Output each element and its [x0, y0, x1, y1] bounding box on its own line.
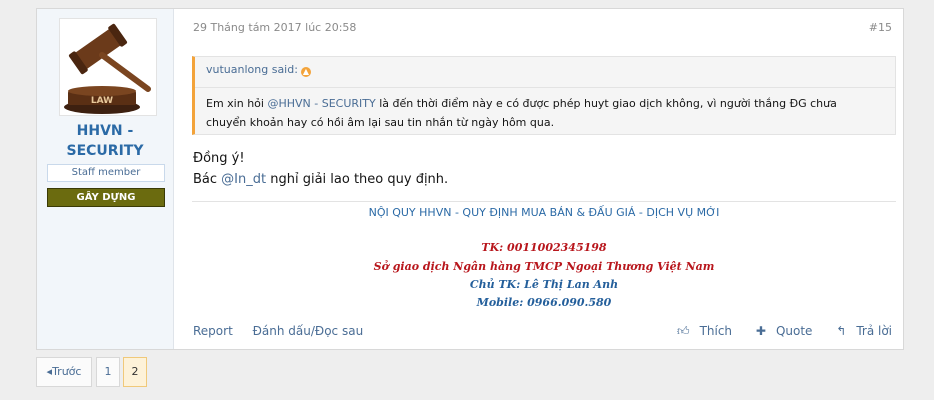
reply-icon: ↰: [836, 324, 847, 338]
message-line1: Đồng ý!: [193, 151, 245, 166]
quote-divider: [195, 87, 895, 88]
svg-text:LAW: LAW: [91, 96, 113, 106]
reply-button[interactable]: ↰ Trả lời: [826, 324, 892, 338]
bookmark-link[interactable]: Đánh dấu/Đọc sau: [253, 324, 364, 338]
message-mention-link[interactable]: @In_dt: [221, 172, 266, 187]
quote-header[interactable]: vutuanlong said: ▲: [206, 63, 311, 77]
username[interactable]: HHVN - SECURITY: [37, 121, 173, 161]
message-text-start: Bác: [193, 172, 222, 187]
plus-icon: ✚: [755, 324, 766, 338]
quote-block: vutuanlong said: ▲ Em xin hỏi @HHVN - SEC…: [192, 56, 896, 135]
prev-page-label: Trước: [52, 365, 82, 378]
post-actions-right: 👍︎ Thích ✚ Quote ↰ Trả lời: [657, 324, 892, 339]
reply-label: Trả lời: [856, 324, 892, 338]
post-date[interactable]: 29 Tháng tám 2017 lúc 20:58: [193, 21, 356, 34]
quote-mention-link[interactable]: @HHVN - SECURITY: [267, 97, 375, 110]
user-title: Staff member: [47, 164, 165, 182]
avatar[interactable]: LAW: [59, 18, 157, 116]
username-line1[interactable]: HHVN -: [37, 121, 173, 141]
message-body: Đồng ý! Bác @In_dt nghỉ giải lao theo qu…: [193, 148, 883, 190]
username-line2[interactable]: SECURITY: [37, 141, 173, 161]
quote-text-line2: chuyển khoản hay có hồi âm lại sau tin n…: [206, 116, 555, 129]
speech-arrow: [182, 33, 192, 53]
quote-author[interactable]: vutuanlong said:: [206, 63, 298, 76]
like-label: Thích: [699, 324, 733, 338]
message-post: LAW HHVN - SECURITY Staff member GÂY DỰN…: [36, 8, 904, 350]
signature-divider: [192, 201, 896, 202]
signature-bank: Sở giao dịch Ngân hàng TMCP Ngoại Thương…: [373, 260, 715, 273]
prev-page-button[interactable]: ◂Trước: [36, 357, 92, 387]
quote-text: Em xin hỏi @HHVN - SECURITY là đến thời …: [206, 94, 886, 132]
signature-mobile: Mobile: 0966.090.580: [476, 296, 612, 309]
post-number[interactable]: #15: [869, 21, 892, 34]
gavel-icon: LAW: [64, 23, 151, 114]
quote-button[interactable]: ✚ Quote: [746, 324, 813, 338]
like-button[interactable]: 👍︎ Thích: [667, 324, 732, 338]
signature-rules-link[interactable]: NỘI QUY HHVN - QUY ĐỊNH MUA BÁN & ĐẤU GI…: [192, 206, 896, 219]
quote-text-rest: là đến thời điểm này e có được phép huyt…: [375, 97, 837, 110]
page-1-button[interactable]: 1: [96, 357, 120, 387]
thumbs-up-icon: 👍︎: [677, 324, 690, 338]
user-panel: LAW HHVN - SECURITY Staff member GÂY DỰN…: [37, 9, 174, 349]
arrow-up-icon[interactable]: ▲: [300, 67, 311, 77]
report-link[interactable]: Report: [193, 324, 233, 338]
quote-text-start: Em xin hỏi: [206, 97, 268, 110]
signature-account: TK: 0011002345198: [481, 241, 607, 254]
post-actions-left: Report Đánh dấu/Đọc sau: [193, 324, 379, 338]
signature-owner: Chủ TK: Lê Thị Lan Anh: [469, 278, 619, 291]
page-2-button[interactable]: 2: [123, 357, 147, 387]
message-line2: Bác @In_dt nghỉ giải lao theo quy định.: [193, 169, 883, 190]
message-text-end: nghỉ giải lao theo quy định.: [266, 172, 449, 187]
user-banner: GÂY DỰNG: [47, 188, 165, 207]
quote-label: Quote: [775, 324, 813, 338]
